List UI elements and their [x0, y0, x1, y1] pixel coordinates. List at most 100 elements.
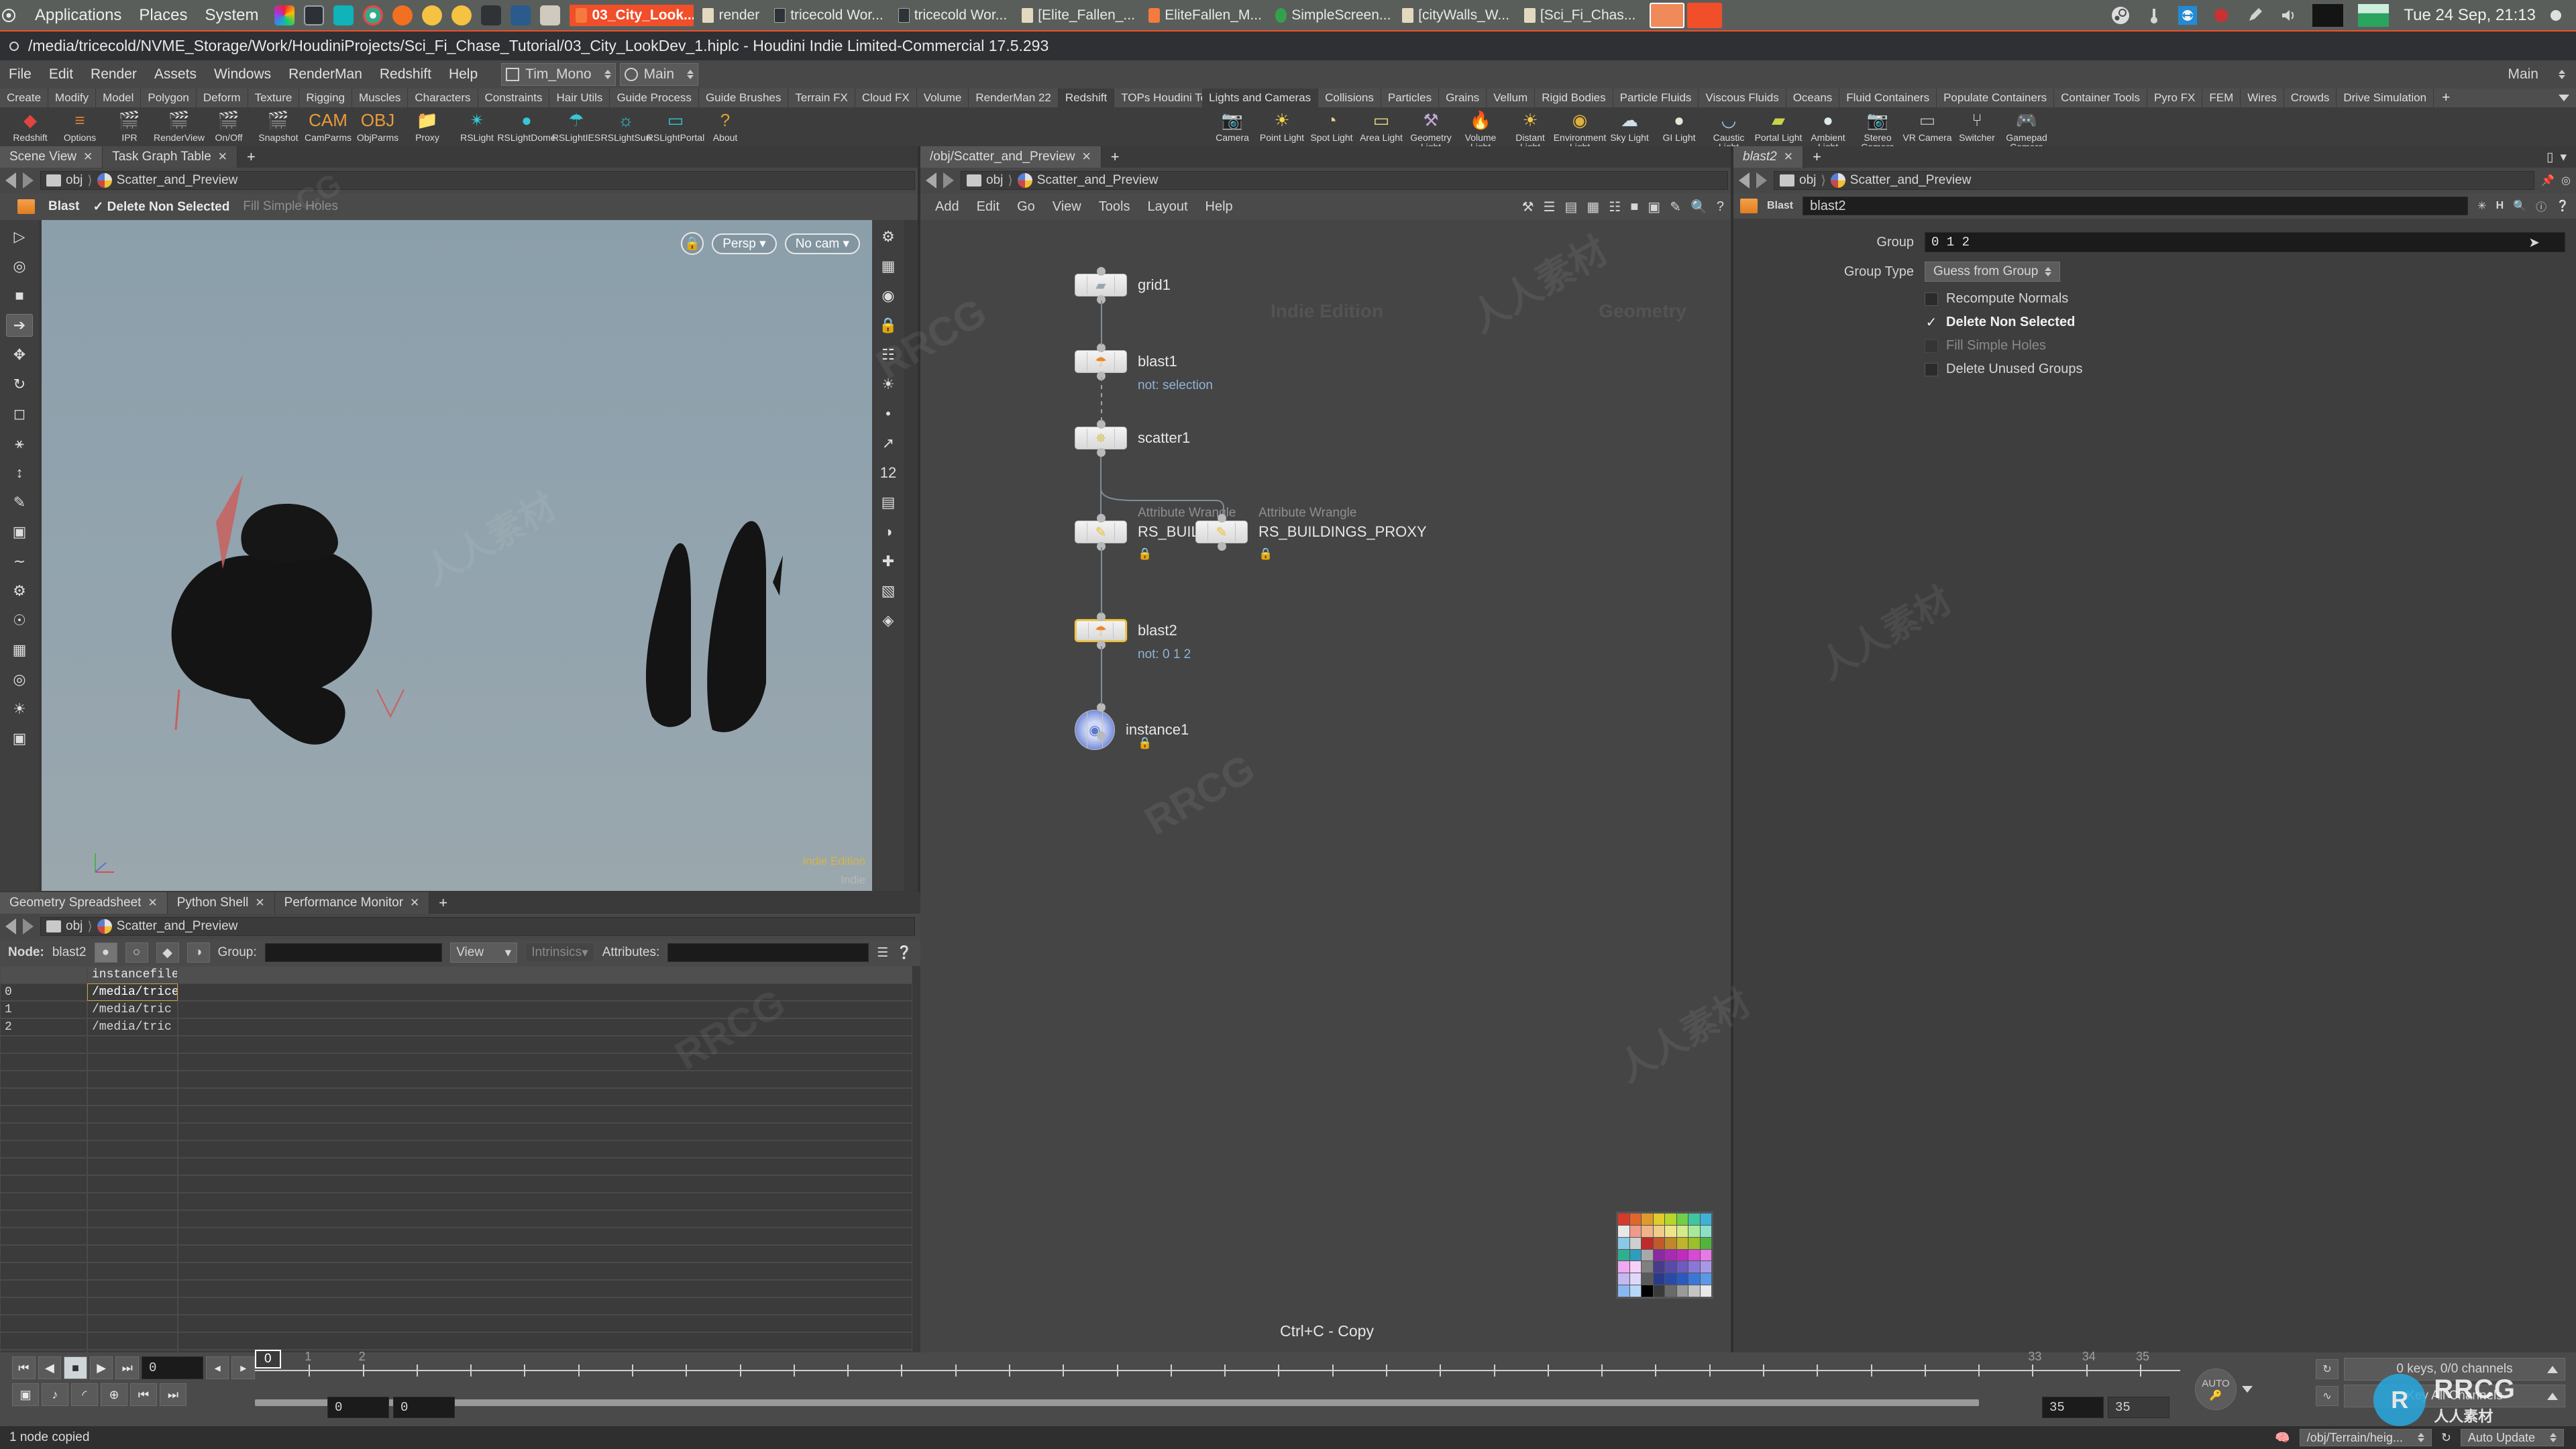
next-frame-icon[interactable]: ▸	[231, 1356, 256, 1379]
palette-swatch[interactable]	[1653, 1261, 1664, 1273]
shelf-tab-particles[interactable]: Particles	[1381, 89, 1440, 107]
forward-arrow-icon[interactable]	[23, 172, 34, 189]
soft-tool-icon[interactable]: ☉	[6, 609, 33, 632]
measure-tool-icon[interactable]: ↕	[6, 462, 33, 484]
edit-tool-icon[interactable]: ⚙	[6, 580, 33, 602]
palette-swatch[interactable]	[1665, 1225, 1676, 1237]
jump-to-end-icon[interactable]: ⏭	[115, 1356, 140, 1379]
network-menu-layout[interactable]: Layout	[1147, 199, 1187, 215]
palette-swatch[interactable]	[1676, 1214, 1688, 1225]
point-display-icon[interactable]: •	[875, 402, 902, 425]
shelf-tab-cloud-fx[interactable]: Cloud FX	[855, 89, 917, 107]
network-node[interactable]: ✵ scatter1	[1075, 427, 1190, 449]
scene-view-path-row[interactable]: obj ⟩ Scatter_and_Preview	[0, 168, 920, 193]
lock-view-icon[interactable]: 🔒	[875, 314, 902, 337]
task-button[interactable]: EliteFallen_M...	[1142, 5, 1267, 26]
node-wire[interactable]	[1101, 646, 1102, 704]
curve-tool-icon[interactable]: ∼	[6, 550, 33, 573]
palette-swatch[interactable]	[1618, 1261, 1629, 1273]
palette-swatch[interactable]	[1642, 1237, 1653, 1249]
palette-swatch[interactable]	[1629, 1261, 1641, 1273]
shelf-tab-texture[interactable]: Texture	[248, 89, 300, 107]
system-tray[interactable]: Tue 24 Sep, 21:13	[2111, 3, 2576, 27]
shelf-tab-lights-and-cameras[interactable]: Lights and Cameras	[1202, 89, 1319, 107]
palette-swatch[interactable]	[1676, 1237, 1688, 1249]
prev-key-icon[interactable]: ⏮	[130, 1383, 157, 1406]
node-box[interactable]: ☂	[1075, 350, 1127, 373]
cell-instancefile[interactable]: /media/trice	[87, 983, 178, 1001]
shelf-tool-renderview[interactable]: 🎬 RenderView	[154, 107, 205, 143]
palette-swatch[interactable]	[1618, 1214, 1629, 1225]
shelf-tab-muscles[interactable]: Muscles	[352, 89, 409, 107]
viewport-right-toolbar[interactable]: ⚙ ▦ ◉ 🔒 ☷ ☀ • ↗ 12 ▤ ◑ ✚ ▧ ◈	[872, 220, 904, 891]
network-node[interactable]: ◉ instance1	[1075, 710, 1189, 750]
node-wire[interactable]	[1101, 301, 1102, 345]
menu-redshift[interactable]: Redshift	[371, 66, 440, 83]
search-icon[interactable]: 🔍	[2513, 199, 2526, 213]
memory-graph-applet[interactable]	[2358, 3, 2390, 27]
palette-swatch[interactable]	[1700, 1225, 1711, 1237]
spreadsheet-toolbar[interactable]: Node: blast2 ● ○ ◆ ◑ Group: View ▾ Intrin…	[0, 939, 920, 966]
palette-swatch[interactable]	[1700, 1249, 1711, 1261]
snap-icon[interactable]: ◜	[71, 1383, 98, 1406]
close-icon[interactable]: ✕	[148, 896, 157, 910]
attributes-input[interactable]	[667, 943, 869, 962]
shelf-tool-environment-light[interactable]: ◉Environment Light	[1554, 107, 1607, 152]
add-tab-button[interactable]: +	[1102, 146, 1129, 168]
auto-key-chevron-icon[interactable]	[2242, 1386, 2253, 1393]
update-mode-dropdown[interactable]: Auto Update	[2460, 1429, 2564, 1446]
tree-view-icon[interactable]: ☰	[1544, 199, 1556, 215]
palette-swatch[interactable]	[1700, 1237, 1711, 1249]
palette-swatch[interactable]	[1665, 1285, 1676, 1297]
shelf-tab-particle-fluids[interactable]: Particle Fluids	[1613, 89, 1699, 107]
network-path-row[interactable]: obj ⟩ Scatter_and_Preview	[920, 168, 1733, 193]
shelf-tab-modify[interactable]: Modify	[48, 89, 97, 107]
task-button[interactable]: [Sci_Fi_Chas...	[1518, 5, 1642, 26]
network-menu-tools[interactable]: Tools	[1099, 199, 1130, 215]
shelf-tab-characters[interactable]: Characters	[408, 89, 478, 107]
camera-tool-icon[interactable]: ▣	[6, 727, 33, 750]
palette-swatch[interactable]	[1688, 1214, 1700, 1225]
current-frame-field[interactable]: 0	[142, 1356, 203, 1379]
palette-swatch[interactable]	[1642, 1249, 1653, 1261]
palette-swatch[interactable]	[1629, 1214, 1641, 1225]
channel-graph-icon[interactable]: ∿	[2316, 1386, 2339, 1406]
chrome-icon[interactable]	[363, 5, 384, 25]
palette-swatch[interactable]	[1642, 1261, 1653, 1273]
refresh-icon[interactable]: ↻	[2441, 1431, 2451, 1445]
node-output-connector[interactable]	[1097, 731, 1106, 740]
node-path-dropdown[interactable]: /obj/Terrain/heig...	[2299, 1429, 2432, 1446]
houdini-h-icon[interactable]: H	[2496, 200, 2504, 212]
shelf-tool-vr-camera[interactable]: ▭ VR Camera	[1902, 107, 1952, 143]
palette-swatch[interactable]	[1665, 1273, 1676, 1285]
texture-icon[interactable]: ▤	[875, 491, 902, 514]
palette-swatch[interactable]	[1700, 1285, 1711, 1297]
node-box[interactable]: ☂	[1075, 619, 1127, 642]
geometry-mode-icon[interactable]: ◑	[186, 943, 210, 963]
palette-swatch[interactable]	[1676, 1261, 1688, 1273]
transport-row-primary[interactable]: ⏮ ◀ ■ ▶ ⏭ 0 ◂ ▸	[12, 1356, 256, 1379]
pen-icon[interactable]	[2245, 6, 2264, 25]
shelf-tool-redshift[interactable]: ◆ Redshift	[5, 107, 55, 143]
handle-tool-icon[interactable]: ◎	[6, 255, 33, 278]
spreadsheet-table[interactable]: instancefile 0/media/trice 1/media/tric 2/m…	[0, 966, 912, 1385]
teamviewer-icon[interactable]	[2178, 5, 2198, 25]
detail-mode-icon[interactable]: ○	[125, 943, 148, 963]
nuke-x-icon[interactable]	[422, 5, 443, 25]
parameter-tab-strip[interactable]: blast2 ✕ + ▯ ▾	[1733, 146, 2576, 168]
xray-icon[interactable]: ◑	[875, 521, 902, 543]
palette-swatch[interactable]	[1618, 1249, 1629, 1261]
list-view-icon[interactable]: ▤	[1564, 199, 1577, 215]
desktop-launcher-bar[interactable]	[270, 5, 561, 25]
nuke-s-icon[interactable]	[451, 5, 472, 25]
palette-swatch[interactable]	[1665, 1249, 1676, 1261]
shelf-tool-area-light[interactable]: ▭ Area Light	[1356, 107, 1406, 143]
shelf-tab-wires[interactable]: Wires	[2241, 89, 2284, 107]
shelf-tool-distant-light[interactable]: ☀Distant Light	[1505, 107, 1555, 152]
menubar-right-spinner[interactable]	[2559, 70, 2565, 79]
checkbox[interactable]	[1925, 292, 1938, 306]
shelf-tab-viscous-fluids[interactable]: Viscous Fluids	[1699, 89, 1786, 107]
rotate-tool-icon[interactable]: ↻	[6, 373, 33, 396]
palette-swatch[interactable]	[1676, 1285, 1688, 1297]
desktop-menu[interactable]: Applications Places System	[17, 6, 270, 25]
